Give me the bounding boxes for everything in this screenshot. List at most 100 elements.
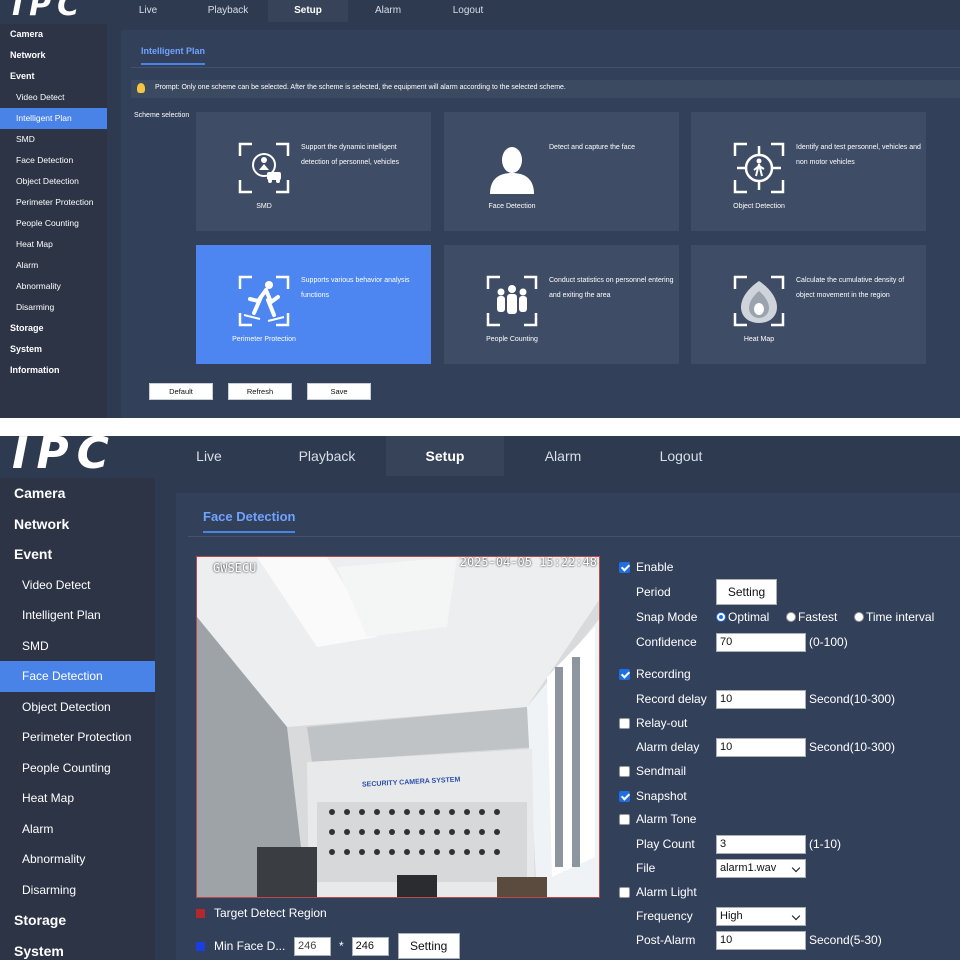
sidebar-item-system[interactable]: System bbox=[0, 339, 107, 360]
scheme-card-smd[interactable]: Support the dynamic intelligent detectio… bbox=[196, 112, 431, 231]
sidebar-item-face-detection[interactable]: Face Detection bbox=[0, 661, 155, 692]
record-delay-unit: Second(10-300) bbox=[809, 692, 896, 706]
sidebar-item-alarm[interactable]: Alarm bbox=[0, 255, 107, 276]
post-alarm-label: Post-Alarm bbox=[636, 933, 696, 947]
smd-icon bbox=[238, 142, 290, 194]
tab-face-detection[interactable]: Face Detection bbox=[203, 509, 296, 533]
save-button[interactable]: Save bbox=[307, 383, 371, 400]
enable-checkbox[interactable] bbox=[619, 561, 630, 573]
nav-live[interactable]: Live bbox=[150, 436, 268, 476]
camera-scene bbox=[197, 557, 599, 897]
card-description: Support the dynamic intelligent detectio… bbox=[301, 144, 400, 166]
sidebar-item-people-counting[interactable]: People Counting bbox=[0, 213, 107, 234]
sidebar-item-network[interactable]: Network bbox=[0, 509, 155, 540]
sidebar-item-disarming[interactable]: Disarming bbox=[0, 297, 107, 318]
record-delay-input[interactable]: 10 bbox=[716, 689, 806, 709]
sidebar-item-smd[interactable]: SMD bbox=[0, 631, 155, 662]
top-nav: Live Playback Setup Alarm Logout bbox=[150, 436, 740, 476]
scheme-card-people-counting[interactable]: Conduct statistics on personnel entering… bbox=[444, 245, 679, 364]
card-label: SMD bbox=[256, 203, 272, 210]
scheme-card-heat-map[interactable]: Calculate the cumulative density of obje… bbox=[691, 245, 926, 364]
post-alarm-input[interactable]: 10 bbox=[716, 930, 806, 950]
frequency-select[interactable]: High bbox=[716, 906, 806, 926]
sidebar-item-intelligent-plan[interactable]: Intelligent Plan bbox=[0, 600, 155, 631]
osd-camera-name: GWSECU bbox=[213, 561, 257, 575]
nav-live[interactable]: Live bbox=[108, 0, 188, 22]
scheme-card-object-detection[interactable]: Identify and test personnel, vehicles an… bbox=[691, 112, 926, 231]
recording-row: Recording bbox=[616, 663, 960, 685]
period-label: Period bbox=[636, 585, 671, 599]
tab-intelligent-plan[interactable]: Intelligent Plan bbox=[141, 46, 206, 65]
alarm-light-checkbox[interactable] bbox=[619, 886, 630, 898]
video-preview[interactable]: GWSECU 2025-04-05 15:22:48 SECURITY CAME… bbox=[196, 556, 600, 898]
sidebar-item-abnormality[interactable]: Abnormality bbox=[0, 844, 155, 875]
snap-option-optimal[interactable]: Optimal bbox=[716, 610, 769, 624]
sidebar-item-video-detect[interactable]: Video Detect bbox=[0, 87, 107, 108]
ipc-logo: IPC bbox=[12, 436, 117, 479]
min-face-times: * bbox=[339, 939, 344, 953]
snap-option-time-interval[interactable]: Time interval bbox=[854, 610, 934, 624]
period-setting-button[interactable]: Setting bbox=[716, 579, 777, 605]
sidebar-item-video-detect[interactable]: Video Detect bbox=[0, 570, 155, 601]
nav-logout[interactable]: Logout bbox=[428, 0, 508, 22]
sidebar-item-object-detection[interactable]: Object Detection bbox=[0, 171, 107, 192]
sidebar-item-camera[interactable]: Camera bbox=[0, 478, 155, 509]
card-description: Identify and test personnel, vehicles an… bbox=[796, 144, 921, 166]
sidebar-item-abnormality[interactable]: Abnormality bbox=[0, 276, 107, 297]
alarm-delay-label: Alarm delay bbox=[636, 740, 700, 754]
sidebar-item-event[interactable]: Event bbox=[0, 66, 107, 87]
sendmail-checkbox[interactable] bbox=[619, 765, 630, 777]
card-description: Supports various behavior analysis funct… bbox=[301, 277, 410, 299]
nav-setup[interactable]: Setup bbox=[268, 0, 348, 22]
sidebar-item-face-detection[interactable]: Face Detection bbox=[0, 150, 107, 171]
sidebar-item-smd[interactable]: SMD bbox=[0, 129, 107, 150]
alarm-light-label: Alarm Light bbox=[636, 885, 697, 899]
sidebar-item-camera[interactable]: Camera bbox=[0, 24, 107, 45]
sidebar-item-disarming[interactable]: Disarming bbox=[0, 875, 155, 906]
sendmail-label: Sendmail bbox=[636, 764, 687, 778]
intelligent-plan-screen: IPC Live Playback Setup Alarm Logout Cam… bbox=[0, 0, 960, 418]
sidebar-item-heat-map[interactable]: Heat Map bbox=[0, 234, 107, 255]
sidebar-item-network[interactable]: Network bbox=[0, 45, 107, 66]
default-button[interactable]: Default bbox=[149, 383, 213, 400]
file-select[interactable]: alarm1.wav bbox=[716, 858, 806, 878]
snap-option-fastest[interactable]: Fastest bbox=[786, 610, 837, 624]
sidebar-item-perimeter-protection[interactable]: Perimeter Protection bbox=[0, 722, 155, 753]
alarm-tone-checkbox[interactable] bbox=[619, 813, 630, 825]
min-face-height-input[interactable] bbox=[351, 936, 389, 956]
sidebar: Camera Network Event Video Detect Intelligen… bbox=[0, 24, 107, 418]
sidebar-item-information[interactable]: Information bbox=[0, 360, 107, 381]
nav-alarm[interactable]: Alarm bbox=[348, 0, 428, 22]
frequency-row: Frequency High bbox=[616, 905, 960, 927]
nav-playback[interactable]: Playback bbox=[188, 0, 268, 22]
sidebar-item-system[interactable]: System bbox=[0, 936, 155, 960]
sidebar-item-people-counting[interactable]: People Counting bbox=[0, 753, 155, 784]
confidence-input[interactable]: 70 bbox=[716, 632, 806, 652]
tab-divider bbox=[131, 67, 960, 68]
play-count-input[interactable]: 3 bbox=[716, 834, 806, 854]
alarm-delay-input[interactable]: 10 bbox=[716, 737, 806, 757]
sidebar-item-intelligent-plan[interactable]: Intelligent Plan bbox=[0, 108, 107, 129]
nav-alarm[interactable]: Alarm bbox=[504, 436, 622, 476]
sidebar-item-perimeter-protection[interactable]: Perimeter Protection bbox=[0, 192, 107, 213]
nav-logout[interactable]: Logout bbox=[622, 436, 740, 476]
scheme-card-perimeter-protection[interactable]: Supports various behavior analysis funct… bbox=[196, 245, 431, 364]
nav-playback[interactable]: Playback bbox=[268, 436, 386, 476]
min-face-width-input[interactable] bbox=[294, 936, 331, 956]
sidebar-item-heat-map[interactable]: Heat Map bbox=[0, 783, 155, 814]
snapshot-checkbox[interactable] bbox=[619, 790, 630, 802]
sidebar-item-alarm[interactable]: Alarm bbox=[0, 814, 155, 845]
relay-out-checkbox[interactable] bbox=[619, 717, 630, 729]
sidebar-item-storage[interactable]: Storage bbox=[0, 318, 107, 339]
confidence-range: (0-100) bbox=[809, 635, 848, 649]
refresh-button[interactable]: Refresh bbox=[228, 383, 292, 400]
play-count-range: (1-10) bbox=[809, 837, 842, 851]
sidebar-item-object-detection[interactable]: Object Detection bbox=[0, 692, 155, 723]
nav-setup[interactable]: Setup bbox=[386, 436, 504, 476]
play-count-row: Play Count 3 (1-10) bbox=[616, 833, 960, 855]
min-face-setting-button[interactable]: Setting bbox=[397, 933, 460, 959]
recording-checkbox[interactable] bbox=[619, 668, 630, 680]
sidebar-item-event[interactable]: Event bbox=[0, 539, 155, 570]
sidebar-item-storage[interactable]: Storage bbox=[0, 905, 155, 936]
scheme-card-face-detection[interactable]: Detect and capture the face Face Detecti… bbox=[444, 112, 679, 231]
